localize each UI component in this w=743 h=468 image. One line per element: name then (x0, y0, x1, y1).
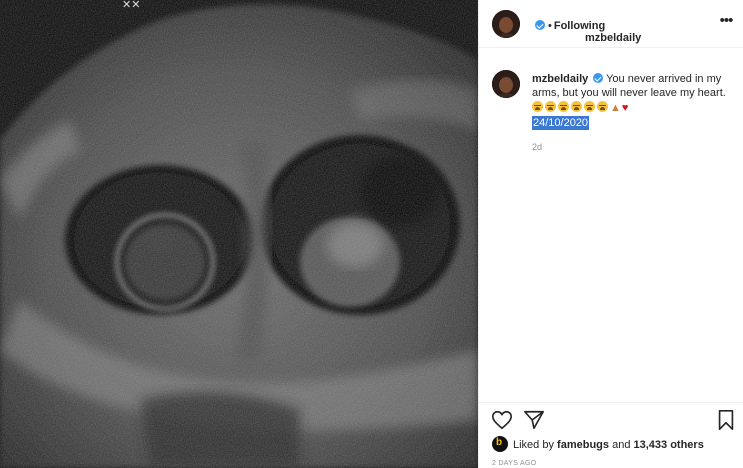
caption-username[interactable]: mzbeldaily (532, 73, 588, 85)
loudly-crying-face-emoji (545, 101, 556, 112)
post-header: mzbeldaily • Following ••• (479, 0, 743, 48)
post-timestamp[interactable]: 2 DAYS AGO (492, 460, 537, 467)
verified-badge-icon (535, 20, 545, 30)
post-image-ultrasound: ✕✕ (0, 0, 478, 468)
loudly-crying-face-emoji (597, 101, 608, 112)
liked-by-user[interactable]: famebugs (557, 439, 609, 451)
loudly-crying-face-emoji (532, 101, 543, 112)
post-side-panel: mzbeldaily • Following ••• mzbeldaily You … (478, 0, 743, 468)
post-action-bar (479, 402, 743, 432)
following-button[interactable]: Following (554, 20, 605, 32)
author-avatar[interactable] (492, 10, 520, 38)
likes-others-count[interactable]: 13,433 others (634, 439, 704, 451)
caption-emoji-row: ▲♥ (532, 101, 732, 115)
caption-text: mzbeldaily You never arrived in my arms,… (532, 72, 732, 154)
caption-date-selected: 24/10/2020 (532, 116, 590, 130)
verified-badge-icon (593, 73, 604, 83)
liked-by-and: and (612, 439, 631, 451)
paper-plane-icon[interactable] (523, 409, 545, 431)
bookmark-icon[interactable] (715, 409, 737, 431)
liked-by-prefix: Liked by (513, 439, 554, 451)
caption-time-ago[interactable]: 2d (532, 140, 732, 154)
header-separator: • (548, 20, 552, 32)
author-username[interactable]: mzbeldaily (585, 32, 641, 44)
likes-summary: Liked by famebugs and 13,433 others (492, 436, 704, 452)
loudly-crying-face-emoji (571, 101, 582, 112)
caption-avatar[interactable] (492, 70, 520, 98)
svg-text:✕✕: ✕✕ (122, 0, 140, 11)
liker-avatar[interactable] (492, 436, 508, 452)
folded-hands-emoji: ▲ (610, 102, 621, 114)
red-heart-emoji: ♥ (621, 102, 629, 114)
more-options-icon[interactable]: ••• (716, 13, 736, 30)
heart-outline-icon[interactable] (491, 409, 513, 431)
loudly-crying-face-emoji (558, 101, 569, 112)
loudly-crying-face-emoji (584, 101, 595, 112)
